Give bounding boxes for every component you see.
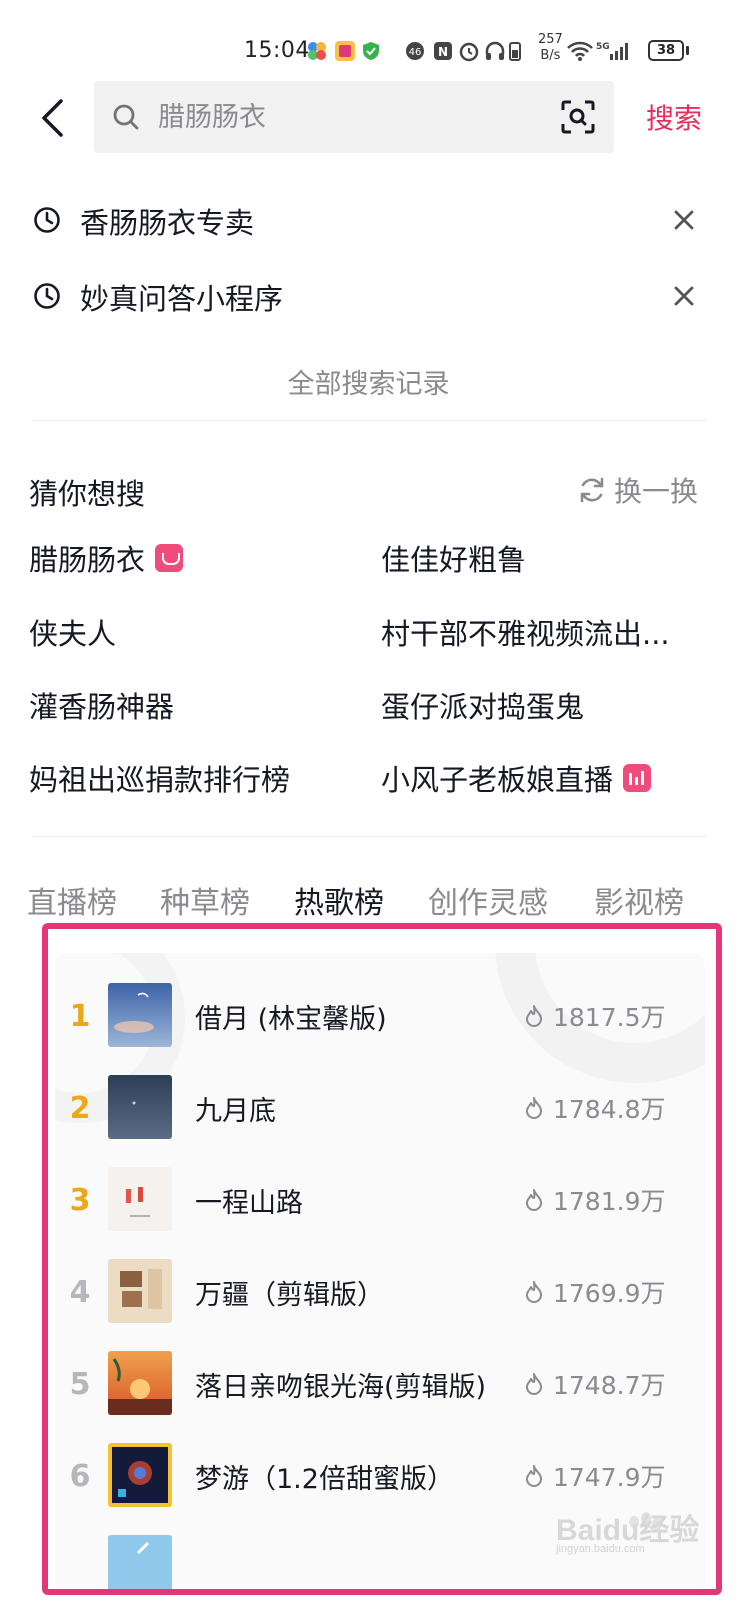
- alarm-icon: [458, 40, 480, 62]
- guess-item[interactable]: 灌香肠神器: [29, 684, 174, 726]
- app-icon-1: [306, 40, 328, 62]
- tab-live-ranking[interactable]: 直播榜: [27, 878, 117, 922]
- shop-icon: [155, 544, 184, 572]
- nfc-icon: 46: [404, 40, 426, 62]
- tab-hot-songs[interactable]: 热歌榜: [294, 878, 384, 922]
- signal-icon: 5G: [596, 40, 630, 62]
- back-arrow-icon: [42, 99, 63, 137]
- battery-small-icon: [508, 40, 530, 62]
- guess-section-title: 猜你想搜: [29, 477, 146, 511]
- history-item[interactable]: 妙真问答小程序: [0, 266, 737, 326]
- tab-film-tv[interactable]: 影视榜: [594, 878, 684, 922]
- history-item[interactable]: 香肠肠衣专卖: [0, 190, 737, 250]
- watermark-url: jingyan.baidu.com: [556, 1543, 645, 1555]
- tab-creative-inspiration[interactable]: 创作灵感: [428, 878, 548, 922]
- divider: [32, 836, 706, 837]
- clock-icon: [33, 282, 61, 314]
- svg-text:46: 46: [409, 47, 422, 58]
- guess-item-text: 小风子老板娘直播: [381, 763, 614, 797]
- image-search-icon[interactable]: [560, 99, 596, 139]
- guess-item-text: 佳佳好粗鲁: [381, 543, 527, 577]
- app-icon-2: [334, 40, 356, 62]
- search-button[interactable]: 搜索: [646, 97, 702, 137]
- shield-icon: [360, 40, 382, 62]
- svg-text:N: N: [438, 45, 448, 59]
- guess-item-text: 妈祖出巡捐款排行榜: [29, 763, 291, 797]
- guess-item[interactable]: 妈祖出巡捐款排行榜: [29, 757, 290, 799]
- refresh-label: 换一换: [614, 475, 699, 508]
- guess-item[interactable]: 腊肠肠衣: [29, 537, 184, 579]
- close-icon[interactable]: [672, 208, 696, 232]
- guess-item[interactable]: 小风子老板娘直播: [381, 757, 652, 799]
- guess-item[interactable]: 蛋仔派对捣蛋鬼: [381, 684, 584, 726]
- refresh-icon: [580, 477, 604, 503]
- history-item-text: 香肠肠衣专卖: [80, 206, 255, 240]
- guess-item-text: 灌香肠神器: [29, 690, 175, 724]
- guess-item[interactable]: 村干部不雅视频流出...: [381, 611, 670, 653]
- guess-item-text: 蛋仔派对捣蛋鬼: [381, 690, 585, 724]
- ranking-tabs: 直播榜 种草榜 热歌榜 创作灵感 影视榜: [0, 878, 737, 928]
- close-icon[interactable]: [672, 284, 696, 308]
- back-button[interactable]: [34, 92, 70, 144]
- all-history-link[interactable]: 全部搜索记录: [0, 362, 737, 401]
- clock-icon: [33, 206, 61, 238]
- live-icon: [623, 764, 652, 792]
- tab-grass-ranking[interactable]: 种草榜: [160, 878, 250, 922]
- search-box[interactable]: [94, 81, 614, 153]
- wifi-icon: [566, 40, 594, 62]
- highlight-frame: [42, 923, 722, 1595]
- history-item-text: 妙真问答小程序: [80, 282, 284, 316]
- search-input[interactable]: [158, 81, 538, 153]
- net-speed: 257 B/s: [538, 32, 563, 64]
- headphones-icon: [484, 40, 506, 62]
- divider: [32, 420, 706, 421]
- net-speed-value: 257: [538, 32, 563, 47]
- guess-item-text: 侠夫人: [29, 617, 117, 651]
- status-time: 15:04: [244, 38, 310, 63]
- battery-tip: [686, 46, 689, 55]
- n-mark-icon: N: [432, 40, 454, 62]
- guess-item[interactable]: 侠夫人: [29, 611, 116, 653]
- battery-indicator: 38: [648, 40, 684, 61]
- search-icon: [112, 103, 140, 135]
- guess-item-text: 腊肠肠衣: [29, 543, 146, 577]
- refresh-button[interactable]: 换一换: [578, 470, 698, 510]
- status-bar: 15:04 46 N 257 B/s 5G 38: [0, 30, 737, 74]
- net-speed-unit: B/s: [540, 48, 561, 63]
- svg-text:5G: 5G: [596, 42, 610, 52]
- guess-item-text: 村干部不雅视频流出...: [381, 617, 670, 651]
- guess-item[interactable]: 佳佳好粗鲁: [381, 537, 526, 579]
